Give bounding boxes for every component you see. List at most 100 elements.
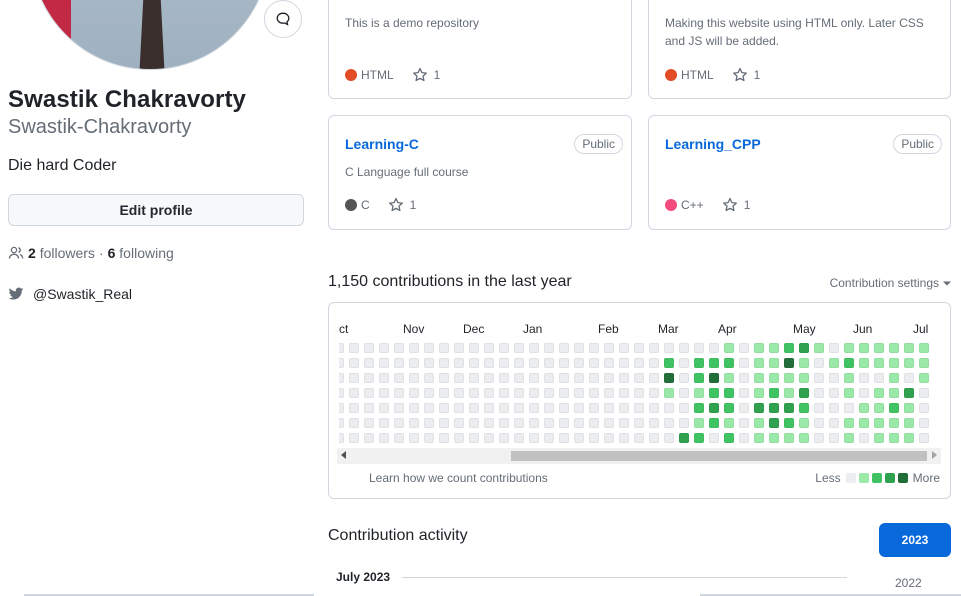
- contribution-day[interactable]: [514, 418, 524, 428]
- contribution-day[interactable]: [679, 403, 689, 413]
- contribution-day[interactable]: [889, 358, 899, 368]
- contribution-day[interactable]: [339, 358, 344, 368]
- contribution-day[interactable]: [544, 388, 554, 398]
- scroll-thumb[interactable]: [511, 451, 927, 461]
- contribution-day[interactable]: [874, 373, 884, 383]
- contribution-day[interactable]: [634, 358, 644, 368]
- contribution-day[interactable]: [709, 433, 719, 443]
- contribution-day[interactable]: [559, 388, 569, 398]
- contribution-day[interactable]: [679, 358, 689, 368]
- set-status-button[interactable]: [264, 0, 302, 38]
- contribution-day[interactable]: [724, 418, 734, 428]
- contribution-day[interactable]: [424, 433, 434, 443]
- contribution-day[interactable]: [739, 358, 749, 368]
- contribution-day[interactable]: [394, 343, 404, 353]
- contribution-day[interactable]: [409, 433, 419, 443]
- contribution-day[interactable]: [484, 388, 494, 398]
- contribution-day[interactable]: [559, 358, 569, 368]
- contribution-day[interactable]: [514, 373, 524, 383]
- contribution-day[interactable]: [454, 418, 464, 428]
- contribution-day[interactable]: [349, 358, 359, 368]
- contribution-day[interactable]: [664, 388, 674, 398]
- contribution-day[interactable]: [409, 403, 419, 413]
- contribution-day[interactable]: [874, 388, 884, 398]
- contribution-day[interactable]: [814, 358, 824, 368]
- contribution-day[interactable]: [814, 343, 824, 353]
- contribution-day[interactable]: [619, 403, 629, 413]
- contribution-day[interactable]: [784, 388, 794, 398]
- contribution-day[interactable]: [544, 358, 554, 368]
- contribution-day[interactable]: [784, 373, 794, 383]
- contribution-day[interactable]: [754, 358, 764, 368]
- contribution-day[interactable]: [649, 373, 659, 383]
- contribution-day[interactable]: [814, 418, 824, 428]
- contribution-day[interactable]: [574, 388, 584, 398]
- contribution-day[interactable]: [904, 433, 914, 443]
- contribution-day[interactable]: [679, 373, 689, 383]
- contribution-day[interactable]: [814, 403, 824, 413]
- contribution-day[interactable]: [499, 358, 509, 368]
- contribution-day[interactable]: [769, 358, 779, 368]
- contribution-day[interactable]: [339, 418, 344, 428]
- contribution-day[interactable]: [619, 358, 629, 368]
- contribution-day[interactable]: [709, 403, 719, 413]
- contribution-day[interactable]: [904, 403, 914, 413]
- edit-profile-button[interactable]: Edit profile: [8, 194, 304, 226]
- contribution-day[interactable]: [634, 403, 644, 413]
- contribution-day[interactable]: [559, 403, 569, 413]
- contribution-day[interactable]: [769, 403, 779, 413]
- year-2023-button[interactable]: 2023: [879, 523, 951, 557]
- contribution-day[interactable]: [799, 358, 809, 368]
- contribution-day[interactable]: [544, 343, 554, 353]
- contribution-day[interactable]: [889, 433, 899, 443]
- repo-stars[interactable]: 1: [410, 198, 417, 212]
- contribution-day[interactable]: [784, 418, 794, 428]
- contribution-day[interactable]: [544, 418, 554, 428]
- contribution-day[interactable]: [484, 433, 494, 443]
- contribution-day[interactable]: [904, 388, 914, 398]
- contribution-day[interactable]: [889, 403, 899, 413]
- contribution-day[interactable]: [484, 403, 494, 413]
- contribution-day[interactable]: [724, 373, 734, 383]
- contribution-day[interactable]: [664, 358, 674, 368]
- contribution-day[interactable]: [919, 373, 929, 383]
- contribution-day[interactable]: [454, 358, 464, 368]
- contribution-day[interactable]: [799, 373, 809, 383]
- contribution-day[interactable]: [664, 403, 674, 413]
- contribution-day[interactable]: [339, 343, 344, 353]
- contribution-day[interactable]: [409, 418, 419, 428]
- contribution-day[interactable]: [544, 403, 554, 413]
- contribution-day[interactable]: [339, 403, 344, 413]
- contribution-day[interactable]: [859, 373, 869, 383]
- contribution-day[interactable]: [544, 373, 554, 383]
- contribution-day[interactable]: [829, 418, 839, 428]
- contribution-day[interactable]: [664, 373, 674, 383]
- contribution-day[interactable]: [784, 358, 794, 368]
- contribution-day[interactable]: [904, 343, 914, 353]
- contribution-day[interactable]: [529, 388, 539, 398]
- contribution-day[interactable]: [769, 373, 779, 383]
- contribution-day[interactable]: [559, 433, 569, 443]
- contribution-day[interactable]: [829, 433, 839, 443]
- contribution-day[interactable]: [439, 433, 449, 443]
- contribution-day[interactable]: [574, 373, 584, 383]
- contribution-day[interactable]: [604, 373, 614, 383]
- contribution-day[interactable]: [529, 358, 539, 368]
- contribution-day[interactable]: [859, 403, 869, 413]
- contribution-day[interactable]: [739, 343, 749, 353]
- contribution-day[interactable]: [799, 403, 809, 413]
- contribution-day[interactable]: [619, 388, 629, 398]
- contribution-day[interactable]: [394, 373, 404, 383]
- contribution-day[interactable]: [589, 358, 599, 368]
- contribution-day[interactable]: [814, 388, 824, 398]
- twitter-link[interactable]: @Swastik_Real: [8, 286, 132, 302]
- contribution-day[interactable]: [754, 418, 764, 428]
- contribution-day[interactable]: [859, 343, 869, 353]
- contribution-day[interactable]: [799, 343, 809, 353]
- contribution-day[interactable]: [529, 418, 539, 428]
- contribution-day[interactable]: [649, 433, 659, 443]
- contribution-day[interactable]: [619, 343, 629, 353]
- star-icon[interactable]: [732, 67, 748, 83]
- contribution-day[interactable]: [754, 403, 764, 413]
- contribution-day[interactable]: [859, 418, 869, 428]
